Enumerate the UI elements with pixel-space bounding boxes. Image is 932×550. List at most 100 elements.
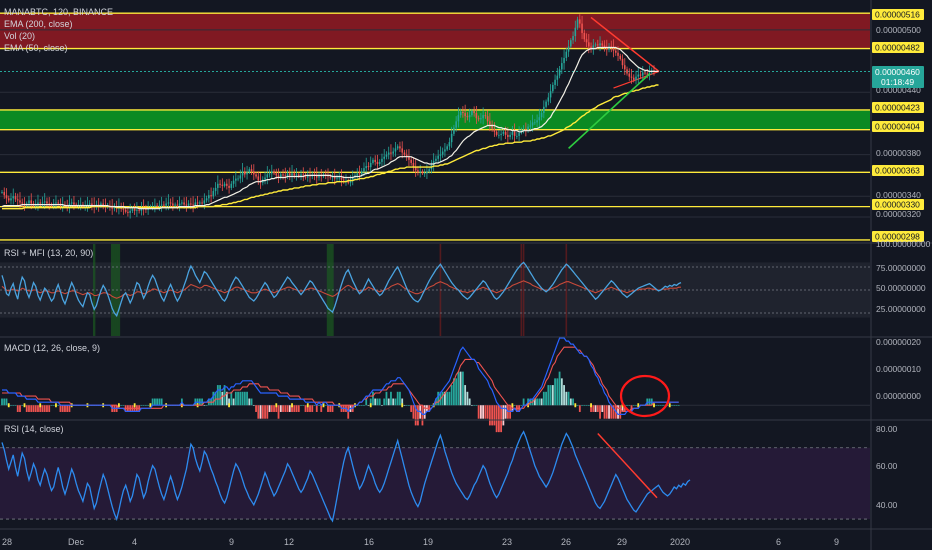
macd-histogram-bar <box>212 391 215 406</box>
macd-histogram-bar <box>59 405 62 412</box>
oversold-column <box>117 244 121 336</box>
symbol-title: MANABTC, 120, BINANCE <box>4 7 113 17</box>
macd-histogram-bar <box>230 391 233 406</box>
macd-cross-marker <box>291 403 293 408</box>
macd-histogram-bar <box>268 405 271 412</box>
macd-cross-marker <box>228 403 230 408</box>
macd-histogram-bar <box>488 405 491 426</box>
rsi-band <box>0 447 870 520</box>
macd-histogram-bar <box>160 398 163 406</box>
macd-cross-marker <box>23 403 26 408</box>
macd-histogram-bar <box>392 398 395 406</box>
macd-histogram-bar <box>252 405 255 406</box>
macd-histogram-bar <box>48 405 51 412</box>
macd-histogram-bar <box>473 405 476 406</box>
macd-histogram-bar <box>261 405 264 419</box>
price-level-tag-text-4: 0.00000363 <box>875 166 920 176</box>
macd-histogram-bar <box>68 405 71 412</box>
macd-histogram-bar <box>313 405 316 406</box>
price-level-tag-text-5: 0.00000330 <box>875 200 920 210</box>
macd-histogram-bar <box>239 391 242 406</box>
rsi-label: RSI (14, close) <box>4 424 64 434</box>
macd-histogram-bar <box>61 405 64 412</box>
macd-histogram-bar <box>484 405 487 419</box>
macd-histogram-bar <box>381 405 383 406</box>
macd-histogram-bar <box>241 391 244 406</box>
macd-histogram-bar <box>28 405 30 412</box>
macd-histogram-bar <box>495 405 498 433</box>
macd-cross-marker <box>275 403 278 408</box>
macd-histogram-bar <box>536 398 538 406</box>
price-zone-0 <box>0 13 870 49</box>
macd-histogram-bar <box>363 405 365 406</box>
macd-histogram-bar <box>52 405 55 406</box>
macd-histogram-bar <box>264 405 266 419</box>
macd-histogram-bar <box>446 391 449 406</box>
rsi-tick-2: 40.00 <box>876 500 898 510</box>
price-level-tag-0: 0.00000516 <box>872 9 924 20</box>
rsi-mfi-tick-1: 75.00000000 <box>876 263 926 273</box>
macd-histogram-bar <box>16 405 19 412</box>
date-label-10: 2020 <box>670 537 690 547</box>
indicator-label-ema200: EMA (200, close) <box>4 19 73 29</box>
macd-histogram-bar <box>408 405 410 406</box>
macd-histogram-bar <box>477 405 480 419</box>
macd-histogram-bar <box>659 405 662 406</box>
macd-histogram-bar <box>266 405 269 419</box>
price-tick-2: 0.00000380 <box>876 148 921 158</box>
macd-histogram-bar <box>1 398 3 406</box>
macd-histogram-bar <box>279 405 282 412</box>
macd-histogram-bar <box>246 391 248 406</box>
macd-histogram-bar <box>293 405 296 412</box>
macd-cross-marker <box>39 403 42 408</box>
macd-histogram-bar <box>50 405 53 406</box>
macd-histogram-bar <box>448 391 451 406</box>
macd-histogram-bar <box>556 378 559 406</box>
macd-histogram-bar <box>331 405 334 412</box>
macd-histogram-bar <box>300 405 302 406</box>
date-label-0: 28 <box>2 537 12 547</box>
price-level-tag-text-0: 0.00000516 <box>875 10 920 20</box>
macd-cross-marker <box>590 403 592 408</box>
price-level-tag-3: 0.00000404 <box>872 121 924 132</box>
macd-histogram-bar <box>383 398 386 406</box>
trading-chart[interactable]: MANABTC, 120, BINANCE EMA (200, close) V… <box>0 0 932 550</box>
macd-histogram-bar <box>549 385 552 406</box>
macd-histogram-bar <box>491 405 494 426</box>
macd-histogram-bar <box>43 405 46 412</box>
macd-histogram-bar <box>461 371 464 406</box>
date-label-6: 19 <box>423 537 433 547</box>
price-level-tag-text-1: 0.00000482 <box>875 43 920 53</box>
macd-histogram-bar <box>450 385 453 406</box>
macd-histogram-bar <box>581 405 583 406</box>
macd-histogram-bar <box>151 398 154 406</box>
macd-histogram-bar <box>372 391 374 406</box>
macd-histogram-bar <box>596 405 599 412</box>
macd-histogram-bar <box>203 405 206 406</box>
macd-histogram-bar <box>457 371 460 406</box>
macd-histogram-bar <box>619 405 622 419</box>
macd-histogram-bar <box>592 405 595 412</box>
date-label-3: 9 <box>229 537 234 547</box>
date-label-1: Dec <box>68 537 85 547</box>
macd-histogram-bar <box>376 398 379 406</box>
macd-histogram-bar <box>120 405 123 406</box>
rsi-tick-0: 80.00 <box>876 424 898 434</box>
macd-histogram-bar <box>626 405 628 406</box>
macd-histogram-bar <box>12 405 15 406</box>
macd-histogram-bar <box>412 405 415 419</box>
macd-histogram-bar <box>500 405 503 433</box>
macd-histogram-bar <box>318 405 320 406</box>
date-label-9: 29 <box>617 537 627 547</box>
macd-histogram-bar <box>57 405 60 406</box>
macd-histogram-bar <box>288 405 291 412</box>
date-label-12: 9 <box>834 537 839 547</box>
macd-histogram-bar <box>387 398 390 406</box>
macd-histogram-bar <box>248 398 251 406</box>
macd-histogram-bar <box>635 405 637 406</box>
macd-histogram-bar <box>142 405 145 406</box>
macd-histogram-bar <box>655 405 658 406</box>
macd-histogram-bar <box>329 405 332 412</box>
macd-histogram-bar <box>493 405 496 426</box>
macd-histogram-bar <box>367 405 370 406</box>
